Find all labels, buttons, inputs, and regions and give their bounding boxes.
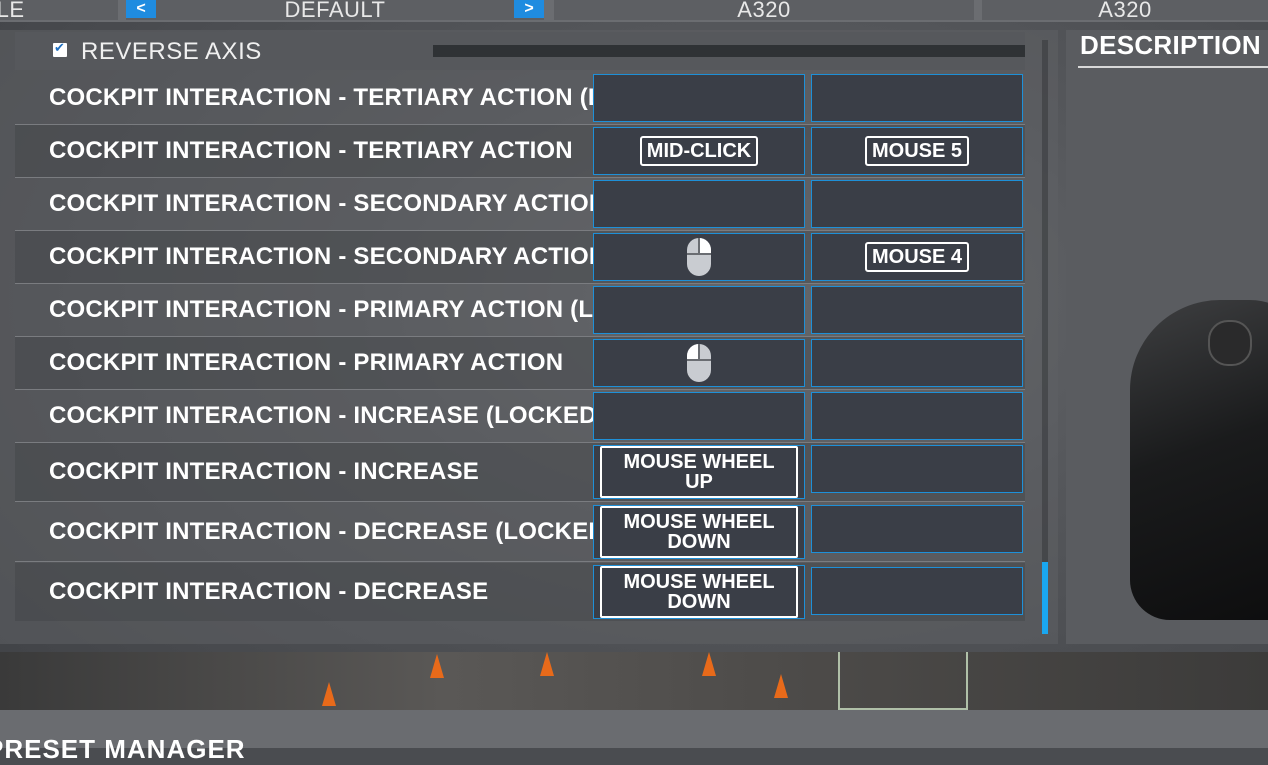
reverse-axis-label: REVERSE AXIS (81, 38, 262, 65)
binding-label: COCKPIT INTERACTION - SECONDARY ACTION (49, 243, 594, 270)
primary-input-slot[interactable] (593, 233, 805, 281)
primary-input-slot[interactable]: MOUSE WHEEL UP (593, 445, 805, 499)
primary-input-slot[interactable] (593, 286, 805, 334)
binding-row[interactable]: COCKPIT INTERACTION - DECREASE MOUSE WHE… (15, 563, 1025, 621)
key-tag-line1: MOUSE WHEEL (623, 571, 775, 593)
primary-input-slot[interactable]: MOUSE WHEEL DOWN (593, 565, 805, 619)
binding-label: COCKPIT INTERACTION - PRIMARY ACTION (LO… (49, 296, 594, 323)
chevron-left-icon[interactable]: < (126, 0, 156, 18)
binding-label: COCKPIT INTERACTION - INCREASE (LOCKED) (49, 402, 594, 429)
top-cell-left[interactable]: ILE (0, 0, 118, 20)
scrollbar-thumb[interactable] (1042, 562, 1048, 634)
key-tag-line2: DOWN (667, 591, 731, 613)
binding-label: COCKPIT INTERACTION - DECREASE (49, 578, 489, 605)
key-tag-line2: DOWN (667, 531, 731, 553)
key-tag: MOUSE WHEEL UP (600, 446, 798, 498)
reverse-axis-row[interactable]: REVERSE AXIS (15, 32, 1025, 70)
secondary-input-slot[interactable] (811, 567, 1023, 615)
chevron-right-icon[interactable]: > (514, 0, 544, 18)
binding-label: COCKPIT INTERACTION - TERTIARY ACTION (L… (49, 84, 594, 111)
secondary-input-slot[interactable] (811, 505, 1023, 553)
key-tag: MID-CLICK (639, 136, 759, 166)
key-tag: MOUSE 4 (864, 242, 970, 272)
secondary-input-slot[interactable] (811, 286, 1023, 334)
traffic-cone-icon (540, 652, 554, 676)
key-tag-line2: UP (685, 471, 713, 493)
primary-input-slot[interactable] (593, 392, 805, 440)
binding-row[interactable]: COCKPIT INTERACTION - DECREASE (LOCKED) … (15, 503, 1025, 562)
scrollbar-track[interactable] (1042, 40, 1048, 634)
binding-label: COCKPIT INTERACTION - INCREASE (49, 458, 480, 485)
binding-row[interactable]: COCKPIT INTERACTION - TERTIARY ACTION MI… (15, 125, 1025, 178)
description-divider (1078, 66, 1268, 68)
binding-label: COCKPIT INTERACTION - TERTIARY ACTION (49, 137, 573, 164)
description-title: DESCRIPTION (1080, 30, 1261, 60)
binding-row[interactable]: COCKPIT INTERACTION - INCREASE MOUSE WHE… (15, 443, 1025, 502)
primary-input-slot[interactable]: MOUSE WHEEL DOWN (593, 505, 805, 559)
reverse-axis-checkbox[interactable] (53, 40, 67, 57)
key-tag-line1: MOUSE WHEEL (623, 451, 775, 473)
mouse-right-button-icon (687, 238, 711, 276)
key-tag: MOUSE WHEEL DOWN (600, 566, 798, 618)
traffic-cone-icon (430, 654, 444, 678)
mouse-wheel-image (1208, 320, 1252, 366)
axis-sensitivity-bar[interactable] (433, 45, 1025, 57)
binding-row[interactable]: COCKPIT INTERACTION - INCREASE (LOCKED) (15, 390, 1025, 443)
key-tag: MOUSE WHEEL DOWN (600, 506, 798, 558)
mouse-device-image (1130, 300, 1268, 620)
scaffold-tower (838, 652, 968, 710)
secondary-input-slot[interactable] (811, 339, 1023, 387)
secondary-input-slot[interactable] (811, 392, 1023, 440)
preset-manager-title[interactable]: PRESET MANAGER (0, 734, 246, 765)
aircraft-column-1[interactable]: A320 (554, 0, 974, 20)
binding-label: COCKPIT INTERACTION - DECREASE (LOCKED) (49, 518, 594, 545)
aircraft-column-1-label: A320 (737, 0, 791, 20)
key-tag: MOUSE 5 (864, 136, 970, 166)
secondary-input-slot[interactable]: MOUSE 4 (811, 233, 1023, 281)
traffic-cone-icon (774, 674, 788, 698)
mouse-left-button-icon (687, 344, 711, 382)
primary-input-slot[interactable]: MID-CLICK (593, 127, 805, 175)
binding-row[interactable]: COCKPIT INTERACTION - SECONDARY ACTION (… (15, 178, 1025, 231)
binding-label: COCKPIT INTERACTION - SECONDARY ACTION (… (49, 190, 594, 217)
secondary-input-slot[interactable] (811, 180, 1023, 228)
binding-label: COCKPIT INTERACTION - PRIMARY ACTION (49, 349, 564, 376)
profile-name: DEFAULT (284, 0, 386, 20)
aircraft-column-2[interactable]: A320 (982, 0, 1268, 20)
traffic-cone-icon (702, 652, 716, 676)
traffic-cone-icon (322, 682, 336, 706)
top-cell-left-label: ILE (0, 0, 25, 20)
primary-input-slot[interactable] (593, 74, 805, 122)
secondary-input-slot[interactable] (811, 445, 1023, 493)
hangar-background-scene (0, 652, 1268, 710)
key-tag-line1: MOUSE WHEEL (623, 511, 775, 533)
secondary-input-slot[interactable]: MOUSE 5 (811, 127, 1023, 175)
profile-selector[interactable]: DEFAULT (126, 0, 544, 20)
binding-row[interactable]: COCKPIT INTERACTION - TERTIARY ACTION (L… (15, 72, 1025, 125)
primary-input-slot[interactable] (593, 339, 805, 387)
secondary-input-slot[interactable] (811, 74, 1023, 122)
aircraft-column-2-label: A320 (1098, 0, 1152, 20)
binding-row[interactable]: COCKPIT INTERACTION - SECONDARY ACTION M… (15, 231, 1025, 284)
binding-row[interactable]: COCKPIT INTERACTION - PRIMARY ACTION (LO… (15, 284, 1025, 337)
primary-input-slot[interactable] (593, 180, 805, 228)
binding-row[interactable]: COCKPIT INTERACTION - PRIMARY ACTION (15, 337, 1025, 390)
